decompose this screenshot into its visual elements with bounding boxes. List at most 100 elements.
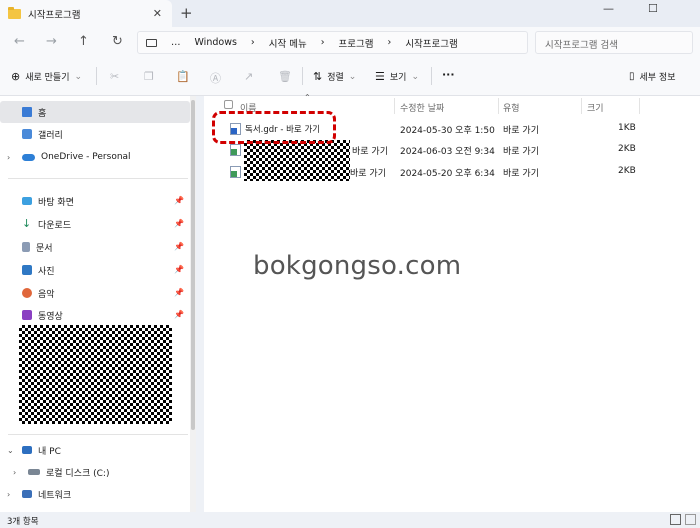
address-more[interactable]: … <box>171 37 181 48</box>
tab-bar: 시작프로그램 ✕ + — ☐ <box>0 0 700 27</box>
file-size: 2KB <box>618 144 636 154</box>
delete-icon[interactable]: 🗑 <box>278 70 292 83</box>
scrollbar-thumb[interactable] <box>191 100 195 430</box>
sidebar-item-label: 홈 <box>38 108 47 119</box>
pin-icon[interactable]: 📌 <box>174 310 184 319</box>
sort-icon: ⇅ <box>313 70 323 83</box>
breadcrumb-sep-icon: › <box>320 37 325 48</box>
sort-button[interactable]: ⇅ 정렬 ⌄ <box>313 70 356 83</box>
search-input[interactable]: 시작프로그램 검색 <box>535 31 693 54</box>
forward-button[interactable]: → <box>46 34 57 49</box>
sidebar-item-music[interactable]: 음악 📌 <box>0 282 190 304</box>
details-icon: ▯ <box>629 71 635 82</box>
cloud-icon <box>22 153 35 161</box>
file-size: 1KB <box>618 123 636 133</box>
breadcrumb-windows[interactable]: Windows <box>195 37 237 48</box>
pin-icon[interactable]: 📌 <box>174 288 184 297</box>
new-tab-button[interactable]: + <box>180 4 193 22</box>
sidebar-item-gallery[interactable]: 갤러리 <box>0 123 190 145</box>
download-icon: ↓ <box>22 217 32 230</box>
file-modified: 2024-06-03 오전 9:34 <box>400 147 495 157</box>
column-divider[interactable] <box>498 98 499 114</box>
address-bar[interactable]: … Windows › 시작 메뉴 › 프로그램 › 시작프로그램 <box>137 31 528 54</box>
chevron-down-icon: ⌄ <box>411 71 419 82</box>
breadcrumb-programs[interactable]: 프로그램 <box>339 36 374 50</box>
view-button[interactable]: ☰ 보기 ⌄ <box>375 70 419 83</box>
document-icon <box>22 242 30 252</box>
sidebar-item-onedrive[interactable]: › OneDrive - Personal <box>0 146 190 168</box>
refresh-button[interactable]: ↻ <box>112 34 123 49</box>
sidebar-scrollbar[interactable] <box>190 96 196 512</box>
tab-startup[interactable]: 시작프로그램 ✕ <box>0 0 172 27</box>
redacted-area <box>19 325 172 424</box>
file-type: 바로 가기 <box>503 147 539 157</box>
pin-icon[interactable]: 📌 <box>174 196 184 205</box>
chevron-down-icon[interactable]: ⌄ <box>7 446 14 455</box>
share-icon[interactable]: ↗ <box>244 70 253 83</box>
drive-icon <box>28 469 40 475</box>
breadcrumb-start-menu[interactable]: 시작 메뉴 <box>269 36 307 50</box>
highlight-box <box>212 111 336 144</box>
sidebar-item-label: 사진 <box>38 266 55 277</box>
file-list: 이름 수정한 날짜 유형 크기 독서.gdr - 바로 가기 2024-05-3… <box>204 96 700 512</box>
sidebar-item-desktop[interactable]: 바탕 화면 📌 <box>0 190 190 212</box>
chevron-right-icon[interactable]: › <box>7 153 10 162</box>
close-tab-icon[interactable]: ✕ <box>153 7 162 20</box>
minimize-button[interactable]: — <box>603 2 614 15</box>
sidebar-item-network[interactable]: › 네트워크 <box>0 483 190 505</box>
command-bar: ⊕ 새로 만들기 ⌄ ✂ ❐ 📋 Ⓐ ↗ 🗑 ⇅ 정렬 ⌄ ☰ 보기 ⌄ ···… <box>0 57 700 96</box>
file-name: 바로 가기 <box>352 147 388 157</box>
back-button[interactable]: ← <box>14 34 25 49</box>
redacted-area <box>244 140 350 181</box>
new-button[interactable]: ⊕ 새로 만들기 ⌄ <box>11 70 82 83</box>
maximize-button[interactable]: ☐ <box>648 2 658 15</box>
details-pane-button[interactable]: ▯ 세부 정보 <box>629 70 676 83</box>
sidebar-item-documents[interactable]: 문서 📌 <box>0 236 190 258</box>
up-button[interactable]: ↑ <box>78 34 89 49</box>
pin-icon[interactable]: 📌 <box>174 219 184 228</box>
tiles-view-icon[interactable] <box>685 514 696 525</box>
music-icon <box>22 288 32 298</box>
sidebar-item-videos[interactable]: 동영상 📌 <box>0 304 190 326</box>
address-row: ← → ↑ ↻ … Windows › 시작 메뉴 › 프로그램 › 시작프로그… <box>0 27 700 57</box>
sidebar-item-this-pc[interactable]: ⌄ 내 PC <box>0 439 190 461</box>
item-count: 3개 항목 <box>7 517 39 527</box>
sort-indicator-icon: ⌃ <box>304 93 311 102</box>
divider <box>8 434 188 435</box>
chevron-right-icon[interactable]: › <box>13 468 16 477</box>
view-icon: ☰ <box>375 70 385 83</box>
sidebar-item-home[interactable]: 홈 <box>0 101 190 123</box>
column-size[interactable]: 크기 <box>587 101 604 114</box>
cut-icon[interactable]: ✂ <box>110 70 119 83</box>
column-divider[interactable] <box>394 98 395 114</box>
sidebar-item-label: OneDrive - Personal <box>41 152 131 162</box>
breadcrumb-startup[interactable]: 시작프로그램 <box>405 36 457 50</box>
sidebar-item-label: 네트워크 <box>38 490 72 501</box>
desktop-icon <box>22 197 32 205</box>
sidebar-item-label: 음악 <box>38 289 55 300</box>
copy-icon[interactable]: ❐ <box>144 70 154 83</box>
more-options-button[interactable]: ··· <box>442 68 455 81</box>
sidebar-item-label: 다운로드 <box>38 220 72 231</box>
details-view-icon[interactable] <box>670 514 681 525</box>
divider <box>302 67 303 85</box>
select-all-checkbox[interactable] <box>224 100 233 109</box>
pin-icon[interactable]: 📌 <box>174 265 184 274</box>
sidebar-item-downloads[interactable]: ↓ 다운로드 📌 <box>0 213 190 235</box>
rename-icon[interactable]: Ⓐ <box>210 70 221 86</box>
column-modified[interactable]: 수정한 날짜 <box>400 101 444 114</box>
sidebar-item-label: 로컬 디스크 (C:) <box>46 468 110 479</box>
sidebar-item-pictures[interactable]: 사진 📌 <box>0 259 190 281</box>
column-divider[interactable] <box>639 98 640 114</box>
breadcrumb-sep-icon: › <box>387 37 392 48</box>
column-divider[interactable] <box>581 98 582 114</box>
pin-icon[interactable]: 📌 <box>174 242 184 251</box>
gallery-icon <box>22 129 32 139</box>
column-type[interactable]: 유형 <box>503 101 520 114</box>
paste-icon[interactable]: 📋 <box>176 70 190 83</box>
sidebar-item-label: 문서 <box>36 243 53 254</box>
chevron-right-icon[interactable]: › <box>7 490 10 499</box>
sort-label: 정렬 <box>327 73 344 83</box>
sidebar-item-local-disk[interactable]: › 로컬 디스크 (C:) <box>0 461 190 483</box>
new-label: 새로 만들기 <box>25 73 70 83</box>
